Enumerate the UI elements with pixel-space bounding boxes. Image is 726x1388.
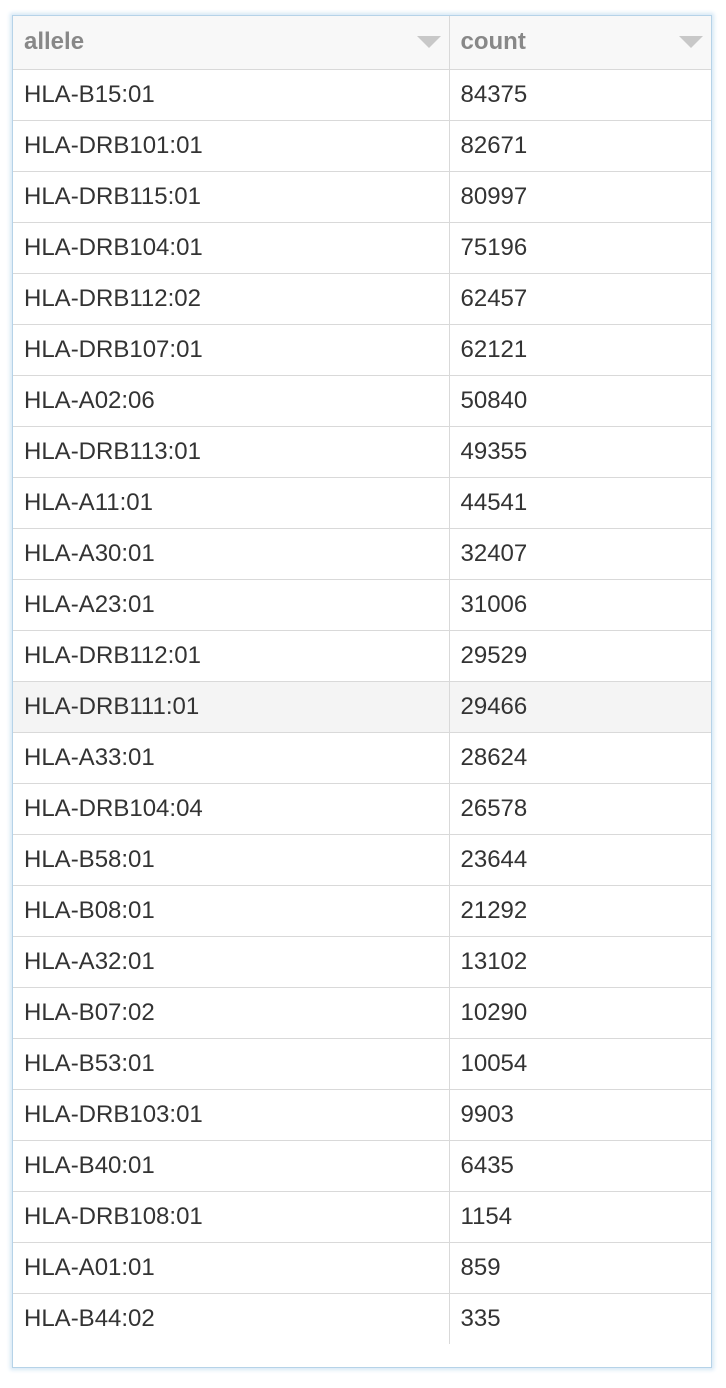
cell-allele: HLA-B44:02	[24, 1304, 155, 1332]
cell-allele: HLA-DRB104:04	[13, 783, 449, 835]
table-row[interactable]: HLA-B44:02 335	[13, 1293, 711, 1344]
cell-count: 1154	[448, 1191, 711, 1243]
column-header-count[interactable]: count	[448, 16, 711, 70]
cell-allele: HLA-DRB111:01	[13, 681, 449, 733]
cell-allele: HLA-A23:01	[13, 579, 449, 631]
cell-allele: HLA-DRB101:01	[13, 120, 449, 172]
table-row[interactable]: HLA-DRB103:01 9903	[13, 1089, 711, 1141]
table-row[interactable]: HLA-A23:01 31006	[13, 579, 711, 631]
cell-allele: HLA-DRB112:01	[13, 630, 449, 682]
data-table: allele count HLA-B15:01 84375 HLA-DRB101:0…	[13, 16, 711, 1344]
table-row[interactable]: HLA-A30:01 32407	[13, 528, 711, 580]
data-grid: allele count HLA-B15:01 84375 HLA-DRB101:0…	[12, 15, 712, 1368]
cell-count: 26578	[448, 783, 711, 835]
column-header-label: allele	[24, 28, 85, 56]
cell-allele: HLA-B40:01	[13, 1140, 449, 1192]
cell-count: 10290	[448, 987, 711, 1039]
cell-count: 29529	[448, 630, 711, 682]
cell-allele: HLA-A01:01	[13, 1242, 449, 1294]
cell-count: 28624	[448, 732, 711, 784]
cell-allele: HLA-B07:02	[13, 987, 449, 1039]
table-row[interactable]: HLA-A11:01 44541	[13, 477, 711, 529]
table-row[interactable]: HLA-DRB107:01 62121	[13, 324, 711, 376]
header-row: allele count	[13, 16, 711, 70]
cell-count: 9903	[448, 1089, 711, 1141]
table-row[interactable]: HLA-DRB104:01 75196	[13, 222, 711, 274]
table-row[interactable]: HLA-A32:01 13102	[13, 936, 711, 988]
table-row[interactable]: HLA-B53:01 10054	[13, 1038, 711, 1090]
cell-allele: HLA-B15:01	[13, 69, 449, 121]
cell-allele: HLA-DRB107:01	[13, 324, 449, 376]
table-row[interactable]: HLA-DRB115:01 80997	[13, 171, 711, 223]
cell-count: 10054	[448, 1038, 711, 1090]
table-row[interactable]: HLA-A33:01 28624	[13, 732, 711, 784]
cell-count: 21292	[448, 885, 711, 937]
cell-allele: HLA-DRB103:01	[13, 1089, 449, 1141]
column-header-label: count	[460, 28, 526, 56]
cell-allele: HLA-DRB108:01	[13, 1191, 449, 1243]
table-header: allele count	[13, 16, 711, 70]
cell-count: 62121	[448, 324, 711, 376]
cell-allele: HLA-A32:01	[13, 936, 449, 988]
table-row[interactable]: HLA-A02:06 50840	[13, 375, 711, 427]
cell-count: 44541	[448, 477, 711, 529]
cell-allele: HLA-B58:01	[13, 834, 449, 886]
cell-allele: HLA-B08:01	[13, 885, 449, 937]
table-row[interactable]: HLA-DRB111:01 29466	[13, 681, 711, 733]
table-row[interactable]: HLA-A01:01 859	[13, 1242, 711, 1294]
cell-count: 50840	[448, 375, 711, 427]
cell-allele: HLA-DRB104:01	[13, 222, 449, 274]
cell-count: 49355	[448, 426, 711, 478]
cell-allele: HLA-B53:01	[13, 1038, 449, 1090]
cell-count: 13102	[448, 936, 711, 988]
cell-allele: HLA-A33:01	[13, 732, 449, 784]
table-row[interactable]: HLA-DRB108:01 1154	[13, 1191, 711, 1243]
cell-count: 80997	[448, 171, 711, 223]
table-row[interactable]: HLA-B58:01 23644	[13, 834, 711, 886]
cell-count: 75196	[448, 222, 711, 274]
cell-count: 335	[448, 1293, 711, 1344]
table-row[interactable]: HLA-B08:01 21292	[13, 885, 711, 937]
cell-allele: HLA-DRB112:02	[13, 273, 449, 325]
cell-allele: HLA-DRB113:01	[13, 426, 449, 478]
cell-count: 23644	[448, 834, 711, 886]
table-body: HLA-B15:01 84375 HLA-DRB101:01 82671 HLA-DRB…	[13, 69, 711, 1344]
cell-count: 29466	[448, 681, 711, 733]
cell-count: 31006	[448, 579, 711, 631]
cell-count: 6435	[448, 1140, 711, 1192]
sort-menu-icon[interactable]	[416, 36, 441, 48]
table-row[interactable]: HLA-DRB112:02 62457	[13, 273, 711, 325]
cell-count: 32407	[448, 528, 711, 580]
cell-allele: HLA-DRB115:01	[13, 171, 449, 223]
cell-count: 82671	[448, 120, 711, 172]
table-row[interactable]: HLA-B15:01 84375	[13, 69, 711, 121]
cell-count: 859	[448, 1242, 711, 1294]
sort-menu-icon[interactable]	[679, 36, 703, 48]
cell-count: 84375	[448, 69, 711, 121]
cell-allele: HLA-A30:01	[13, 528, 449, 580]
column-header-allele[interactable]: allele	[13, 16, 449, 70]
cell-count: 62457	[448, 273, 711, 325]
table-row[interactable]: HLA-DRB113:01 49355	[13, 426, 711, 478]
table-row[interactable]: HLA-DRB104:04 26578	[13, 783, 711, 835]
table-row[interactable]: HLA-B07:02 10290	[13, 987, 711, 1039]
table-row[interactable]: HLA-DRB101:01 82671	[13, 120, 711, 172]
cell-allele: HLA-A02:06	[13, 375, 449, 427]
table-row[interactable]: HLA-DRB112:01 29529	[13, 630, 711, 682]
table-row[interactable]: HLA-B40:01 6435	[13, 1140, 711, 1192]
cell-allele: HLA-A11:01	[13, 477, 449, 529]
